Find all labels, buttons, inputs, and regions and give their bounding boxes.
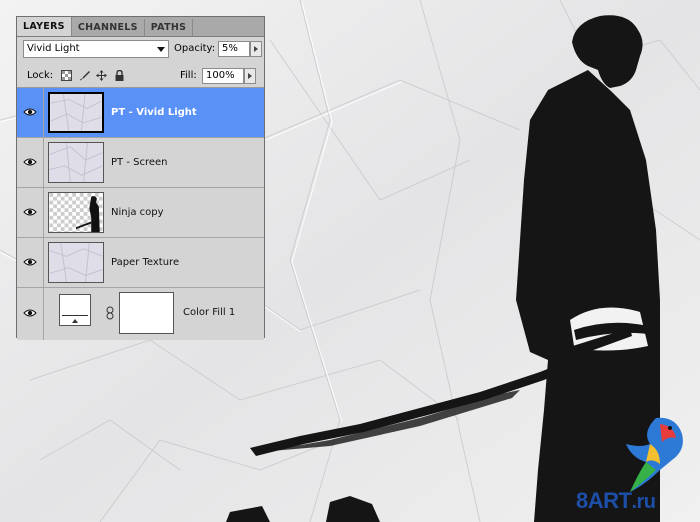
layers-panel: LAYERS CHANNELS PATHS Vivid Light Opacit… [16,16,265,340]
layer-list: PT - Vivid Light PT - Screen Ninja copy … [17,88,264,340]
layer-thumbnail-ninja [48,192,104,233]
visibility-toggle[interactable] [17,288,44,340]
layer-name: PT - Screen [111,157,168,168]
eye-icon [23,158,37,166]
eye-icon [23,258,37,266]
layer-row-paper-texture[interactable]: Paper Texture [17,238,264,288]
layer-thumbnail-paper-texture [48,92,104,133]
visibility-toggle[interactable] [17,138,44,187]
fill-input[interactable]: 100% [202,68,244,84]
layer-row-ninja-copy[interactable]: Ninja copy [17,188,264,238]
layer-row-color-fill-1[interactable]: Color Fill 1 [17,288,264,340]
eye-icon [23,208,37,216]
watermark-brand: 8ART [576,488,632,513]
visibility-toggle[interactable] [17,188,44,237]
layer-name: Color Fill 1 [183,307,236,318]
eye-icon [23,108,37,116]
eye-icon [23,309,37,317]
layer-thumbnail-paper-texture [48,242,104,283]
lock-label: Lock: [27,70,54,81]
blend-row: Vivid Light Opacity: 5% [17,37,264,61]
site-watermark: 8ART.ru [576,488,656,514]
chevron-down-icon [157,47,165,52]
panel-tab-bar: LAYERS CHANNELS PATHS [17,17,264,37]
tab-layers[interactable]: LAYERS [17,17,72,36]
parrot-logo-icon [626,417,683,492]
visibility-toggle[interactable] [17,238,44,287]
lock-transparency-icon[interactable] [61,70,72,81]
lock-all-padlock-icon[interactable] [114,70,125,81]
color-fill-adjustment-icon [59,294,91,326]
watermark-suffix: .ru [631,491,656,513]
blend-mode-select[interactable]: Vivid Light [23,40,169,58]
lock-row: Lock: Fill: 100% [17,63,264,88]
layer-row-pt-vivid-light[interactable]: PT - Vivid Light [17,88,264,138]
lock-pixels-brush-icon[interactable] [79,70,90,81]
fill-label: Fill: [180,70,197,81]
tab-channels[interactable]: CHANNELS [72,19,145,36]
layer-name: Ninja copy [111,207,164,218]
layer-name: PT - Vivid Light [111,107,197,118]
tab-paths[interactable]: PATHS [145,19,194,36]
opacity-input[interactable]: 5% [218,41,250,57]
layer-name: Paper Texture [111,257,180,268]
visibility-toggle[interactable] [17,88,44,137]
layer-row-pt-screen[interactable]: PT - Screen [17,138,264,188]
opacity-slider-button[interactable] [250,41,262,57]
blend-mode-value: Vivid Light [27,43,80,54]
lock-position-move-icon[interactable] [96,70,107,81]
layer-mask-thumbnail[interactable] [119,292,174,334]
layer-thumbnail-paper-texture [48,142,104,183]
opacity-label: Opacity: [174,43,216,54]
mask-link-chain-icon[interactable] [106,306,114,320]
fill-slider-button[interactable] [244,68,256,84]
